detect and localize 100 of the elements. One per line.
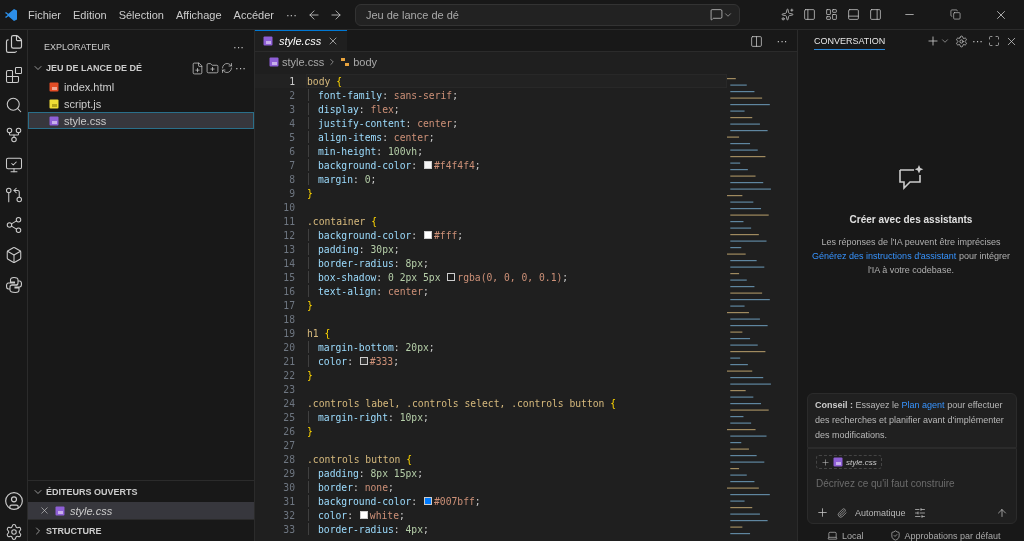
- new-folder-icon[interactable]: [206, 61, 219, 75]
- color-swatch[interactable]: [447, 273, 456, 281]
- menu-item[interactable]: Fichier: [22, 8, 67, 21]
- monitor-icon[interactable]: [4, 156, 23, 174]
- refresh-icon[interactable]: [221, 62, 233, 74]
- more-button[interactable]: ···: [235, 62, 246, 74]
- search-icon[interactable]: [4, 96, 23, 114]
- panel-right-icon[interactable]: [868, 8, 882, 21]
- box-icon[interactable]: [4, 246, 23, 264]
- line-number: 19: [282, 327, 295, 339]
- footer-item[interactable]: Approbations par défaut: [904, 530, 1001, 541]
- settings-icon[interactable]: [954, 34, 968, 48]
- menu-item[interactable]: Affichage: [169, 8, 228, 21]
- file-item[interactable]: style.css: [28, 112, 254, 129]
- line-number: 28: [282, 453, 295, 465]
- chevron-icon[interactable]: [940, 36, 950, 46]
- chat-icon[interactable]: [709, 8, 723, 21]
- python-icon[interactable]: [4, 276, 23, 294]
- line-number: 4: [288, 117, 295, 129]
- panel-tab[interactable]: CONVERSATION: [814, 32, 886, 50]
- breadcrumb-item[interactable]: body: [353, 56, 378, 68]
- css-file-icon: [49, 115, 59, 126]
- line-number: 13: [282, 243, 295, 255]
- extensions-icon[interactable]: [4, 66, 23, 84]
- add-icon[interactable]: [816, 506, 829, 519]
- menu-item[interactable]: Accéder: [227, 8, 280, 21]
- send-icon[interactable]: [996, 506, 1008, 519]
- more-button[interactable]: ···: [776, 35, 788, 47]
- code-line: font-family: sans-serif;: [306, 88, 727, 102]
- maximize-icon[interactable]: [988, 35, 1000, 47]
- split-editor-icon[interactable]: [749, 34, 763, 48]
- code-line: .container {: [306, 214, 378, 228]
- share-icon[interactable]: [4, 216, 23, 234]
- new-file-icon[interactable]: [191, 61, 204, 75]
- pull-request-icon[interactable]: [4, 186, 23, 204]
- breadcrumb-item[interactable]: style.css: [282, 56, 325, 68]
- source-control-icon[interactable]: [4, 126, 23, 144]
- shield-icon: [889, 530, 901, 541]
- line-number: 29: [282, 467, 295, 479]
- section-title[interactable]: STRUCTURE: [46, 525, 254, 536]
- attach-icon[interactable]: [837, 507, 847, 518]
- line-number: 2: [288, 89, 295, 101]
- new-chat-icon[interactable]: [926, 34, 940, 48]
- files-icon[interactable]: [3, 34, 24, 54]
- panel-left-icon[interactable]: [802, 8, 816, 21]
- selector-icon: [340, 57, 351, 67]
- assistant-icon[interactable]: [780, 8, 794, 21]
- file-item[interactable]: script.js: [28, 95, 254, 112]
- line-number: 17: [282, 299, 295, 311]
- file-item[interactable]: index.html: [28, 78, 254, 95]
- js-file-icon: [49, 98, 59, 109]
- color-swatch[interactable]: [424, 231, 432, 239]
- layout-icon[interactable]: [824, 8, 838, 21]
- line-number: 30: [282, 481, 295, 493]
- line-number: 15: [282, 271, 295, 283]
- section-title[interactable]: ÉDITEURS OUVERTS: [46, 486, 254, 497]
- editor-tab[interactable]: style.css: [255, 30, 348, 51]
- folder-name[interactable]: JEU DE LANCE DE DÉ: [46, 63, 189, 73]
- line-number: 3: [288, 103, 295, 115]
- attachment-chip[interactable]: style.css: [816, 455, 882, 469]
- line-number: 21: [282, 355, 295, 367]
- menu-item[interactable]: Edition: [67, 8, 113, 21]
- code-line: }: [306, 424, 314, 438]
- back-arrow-icon[interactable]: [306, 7, 321, 22]
- footer-item[interactable]: Local: [842, 530, 864, 541]
- panel-bottom-icon[interactable]: [846, 8, 860, 21]
- chat-input-box[interactable]: style.css Décrivez ce qu'il faut construire Automatique: [807, 448, 1017, 524]
- settings-icon[interactable]: [4, 523, 23, 541]
- open-editor-item[interactable]: style.css: [28, 502, 254, 519]
- line-number: 7: [288, 159, 295, 171]
- code-line: .controls label, .controls select, .controls button {: [306, 396, 618, 410]
- menu-item[interactable]: ···: [279, 8, 303, 21]
- code-line: border: none;: [306, 480, 727, 494]
- color-swatch[interactable]: [359, 511, 368, 519]
- restore-icon[interactable]: [949, 9, 961, 20]
- more-button[interactable]: ···: [972, 35, 983, 47]
- color-swatch[interactable]: [424, 497, 432, 505]
- chat-input[interactable]: Décrivez ce qu'il faut construire: [816, 475, 1008, 491]
- code-line: text-align: center;: [306, 284, 727, 298]
- line-number: 10: [282, 201, 295, 213]
- command-center-field[interactable]: Jeu de lance de dé: [354, 3, 740, 26]
- line-number: 25: [282, 411, 295, 423]
- more-button[interactable]: ···: [233, 41, 244, 53]
- tools-icon[interactable]: [913, 506, 926, 519]
- mode-selector[interactable]: Automatique: [855, 507, 906, 518]
- color-swatch[interactable]: [359, 357, 368, 365]
- forward-arrow-icon[interactable]: [328, 7, 343, 22]
- account-icon[interactable]: [3, 491, 24, 511]
- line-number: 31: [282, 495, 295, 507]
- menu-item[interactable]: Sélection: [112, 8, 170, 21]
- line-number: 5: [288, 131, 295, 143]
- code-line: margin: 0;: [306, 172, 727, 186]
- code-line: box-shadow: 0 2px 5px rgba(0, 0, 0, 0.1);: [306, 270, 727, 284]
- color-swatch[interactable]: [424, 161, 432, 169]
- code-line: }: [306, 186, 314, 200]
- line-number: 23: [282, 383, 295, 395]
- close-icon[interactable]: [39, 505, 50, 516]
- instructions-link[interactable]: Générez des instructions d'assistant: [812, 251, 957, 261]
- line-number: 26: [282, 425, 295, 437]
- plan-agent-link[interactable]: Plan agent: [901, 400, 945, 410]
